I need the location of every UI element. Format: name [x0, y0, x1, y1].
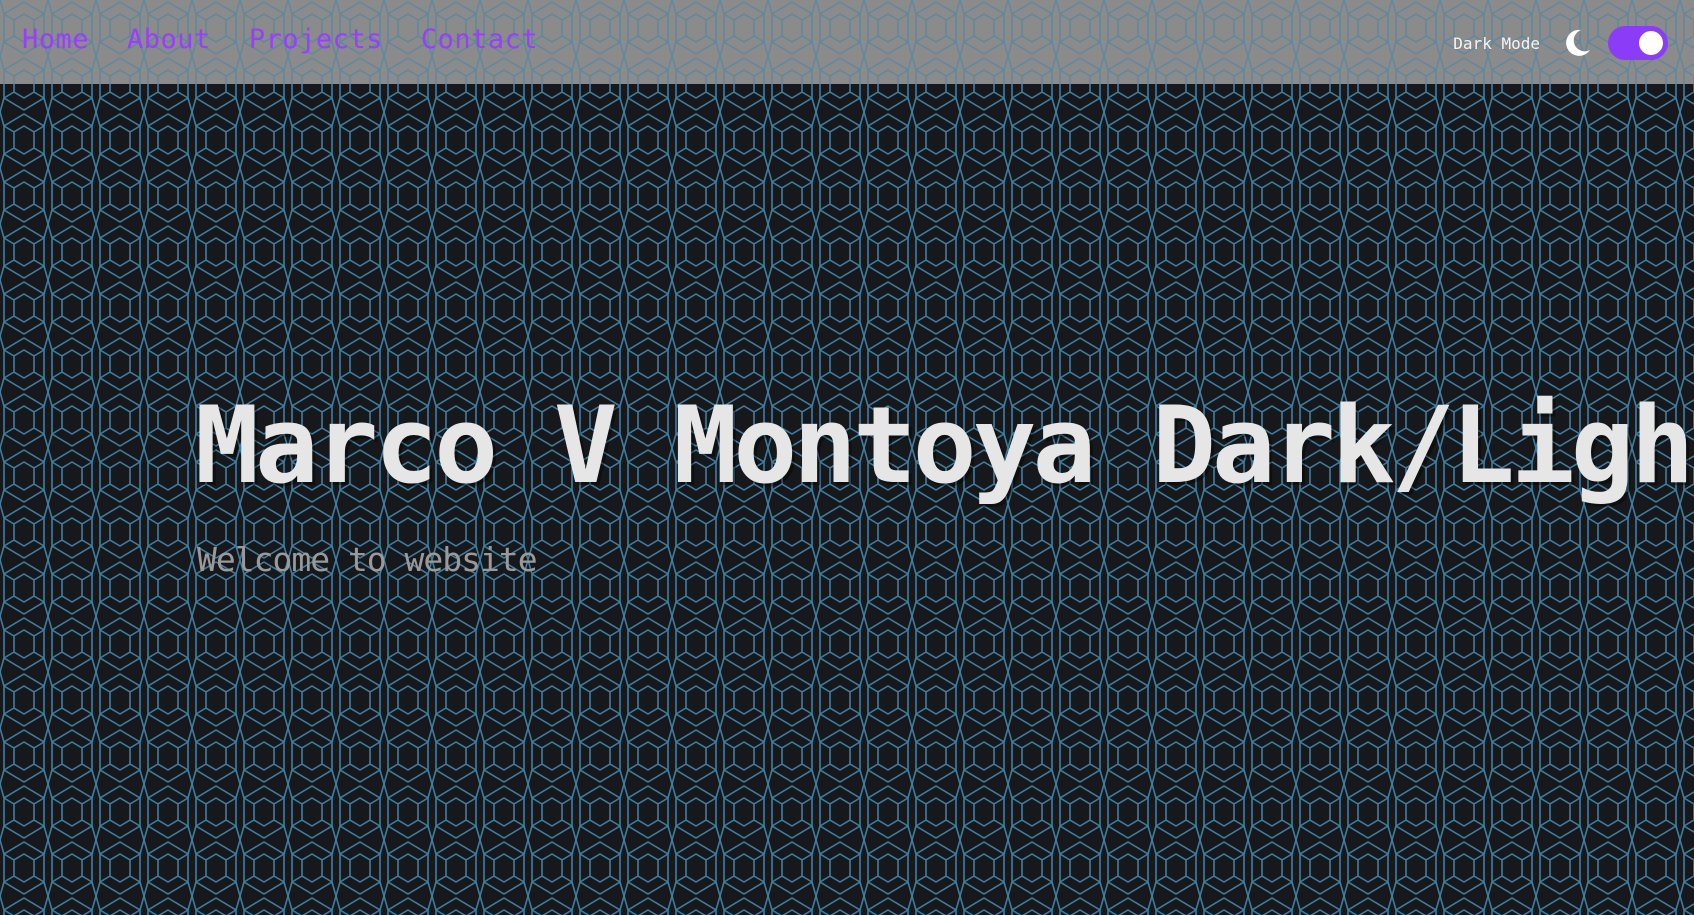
nav-link-about[interactable]: About	[127, 24, 211, 55]
nav-link-projects[interactable]: Projects	[249, 24, 383, 55]
moon-icon	[1566, 29, 1590, 56]
nav-link-home[interactable]: Home	[22, 24, 89, 55]
theme-toggle-group: Dark Mode	[1453, 26, 1668, 60]
dark-mode-toggle[interactable]	[1608, 26, 1668, 60]
hero-section: Marco V Montoya Dark/Light Welcome to we…	[195, 384, 1694, 580]
nav-link-contact[interactable]: Contact	[421, 24, 538, 55]
main-navigation: Home About Projects Contact	[22, 24, 538, 55]
dark-mode-label: Dark Mode	[1453, 33, 1540, 53]
hero-subtitle: Welcome to website	[197, 540, 538, 579]
hero-title: Marco V Montoya Dark/Light	[195, 384, 1694, 507]
top-navbar: Home About Projects Contact Dark Mode	[0, 0, 1694, 84]
toggle-knob	[1639, 31, 1663, 55]
